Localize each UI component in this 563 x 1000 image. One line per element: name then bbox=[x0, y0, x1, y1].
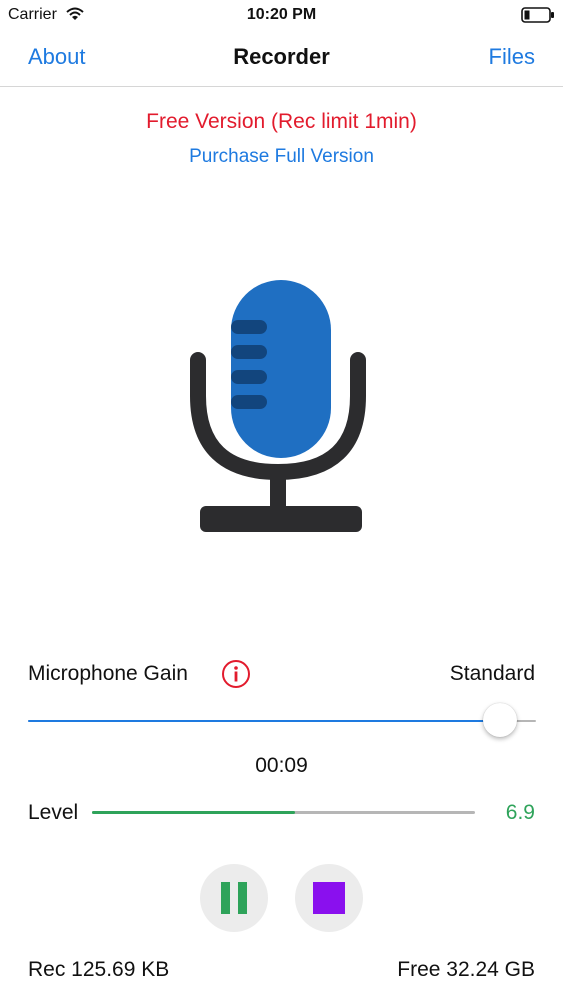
page-title: Recorder bbox=[233, 44, 330, 69]
level-label: Level bbox=[28, 801, 79, 824]
recording-size: Rec 125.69 KB bbox=[28, 958, 170, 981]
microphone-gain-slider[interactable] bbox=[28, 703, 536, 739]
free-storage: Free 32.24 GB bbox=[397, 958, 535, 981]
level-meter bbox=[92, 811, 475, 814]
free-version-notice: Free Version (Rec limit 1min) bbox=[146, 110, 417, 133]
stop-button[interactable] bbox=[295, 864, 363, 932]
files-button[interactable]: Files bbox=[489, 44, 535, 70]
gain-slider-fill bbox=[28, 720, 501, 722]
battery-icon bbox=[521, 7, 554, 23]
level-meter-fill bbox=[92, 811, 295, 814]
elapsed-time: 00:09 bbox=[255, 754, 308, 777]
pause-button[interactable] bbox=[200, 864, 268, 932]
pause-icon bbox=[221, 882, 247, 914]
microphone-icon bbox=[190, 280, 366, 532]
info-icon[interactable] bbox=[221, 659, 251, 689]
status-bar: Carrier 10:20 PM bbox=[0, 0, 563, 30]
stop-icon bbox=[313, 882, 345, 914]
gain-slider-thumb[interactable] bbox=[483, 703, 518, 737]
purchase-full-version-link[interactable]: Purchase Full Version bbox=[0, 146, 563, 168]
microphone-gain-value: Standard bbox=[449, 662, 535, 685]
status-time: 10:20 PM bbox=[246, 6, 317, 23]
microphone-gain-label: Microphone Gain bbox=[28, 662, 188, 685]
level-value: 6.9 bbox=[505, 801, 535, 824]
nav-bar: About Recorder Files bbox=[0, 30, 563, 87]
